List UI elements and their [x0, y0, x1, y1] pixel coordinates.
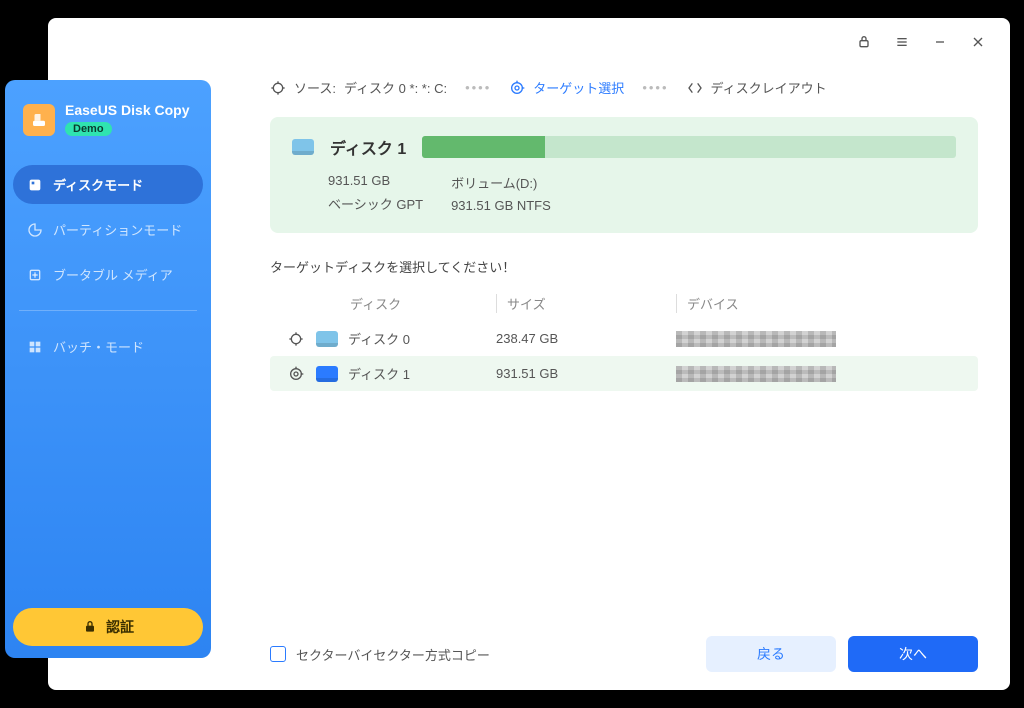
- selected-disk-volume-detail: 931.51 GB NTFS: [451, 198, 551, 213]
- disk-icon: [292, 139, 314, 155]
- disk-usage-bar: [422, 136, 956, 158]
- step-dots-2: ••••: [642, 80, 668, 95]
- selected-disk-size: 931.51 GB: [328, 173, 423, 188]
- menu-icon[interactable]: [884, 24, 920, 60]
- th-device: デバイス: [676, 294, 972, 313]
- step-source-prefix: ソース:: [294, 78, 336, 97]
- sidebar-item-partition-mode[interactable]: パーティションモード: [13, 210, 203, 249]
- step-layout-label: ディスクレイアウト: [711, 78, 827, 97]
- disk-table: ディスク サイズ デバイス ディスク 0 238.47 GB ディスク 1 93…: [270, 286, 978, 391]
- disk-icon: [316, 331, 338, 347]
- brand: EaseUS Disk Copy Demo: [13, 94, 203, 137]
- disk-icon: [316, 366, 338, 382]
- row-device-obscured: [676, 366, 836, 382]
- step-target[interactable]: ターゲット選択: [509, 78, 624, 97]
- row-disk-size: 931.51 GB: [496, 366, 676, 381]
- step-dots: ••••: [465, 80, 491, 95]
- disk-mode-icon: [27, 177, 43, 193]
- sidebar-item-batch-mode[interactable]: バッチ・モード: [13, 327, 203, 366]
- row-device-obscured: [676, 331, 836, 347]
- auth-button[interactable]: 認証: [13, 608, 203, 646]
- titlebar: [48, 18, 1010, 66]
- batch-icon: [27, 339, 43, 355]
- sidebar-item-label: パーティションモード: [53, 220, 182, 239]
- selected-disk-card: ディスク 1 931.51 GB ベーシック GPT ボリューム(D:) 931…: [270, 117, 978, 233]
- sidebar-item-label: ディスクモード: [53, 175, 143, 194]
- layout-icon: [687, 80, 703, 96]
- selected-disk-type: ベーシック GPT: [328, 194, 423, 213]
- target-prompt: ターゲットディスクを選択してください！: [270, 257, 978, 276]
- app-icon: [23, 104, 55, 136]
- nav-separator: [19, 310, 197, 311]
- minimize-button[interactable]: [922, 24, 958, 60]
- disk-usage-fill: [422, 136, 545, 158]
- row-disk-name: ディスク 0: [348, 329, 410, 348]
- checkbox-icon: [270, 646, 286, 662]
- th-disk: ディスク: [316, 294, 496, 313]
- sector-copy-checkbox[interactable]: セクターバイセクター方式コピー: [270, 645, 490, 664]
- back-button[interactable]: 戻る: [706, 636, 836, 672]
- target-marker-icon: [276, 366, 316, 382]
- crosshair-icon: [270, 80, 286, 96]
- nav: ディスクモード パーティションモード ブータブル メディア バッチ・モード: [13, 165, 203, 366]
- lock-icon[interactable]: [846, 24, 882, 60]
- sidebar-item-label: バッチ・モード: [53, 337, 144, 356]
- step-source-value: ディスク 0 *: *: C:: [344, 78, 447, 97]
- th-size: サイズ: [496, 294, 676, 313]
- sidebar-item-disk-mode[interactable]: ディスクモード: [13, 165, 203, 204]
- sidebar-item-label: ブータブル メディア: [53, 265, 173, 284]
- table-row[interactable]: ディスク 0 238.47 GB: [270, 321, 978, 356]
- row-disk-size: 238.47 GB: [496, 331, 676, 346]
- auth-label: 認証: [106, 617, 134, 637]
- target-icon: [509, 80, 525, 96]
- partition-icon: [27, 222, 43, 238]
- step-target-label: ターゲット選択: [533, 78, 624, 97]
- selected-disk-name: ディスク 1: [330, 135, 406, 159]
- sidebar-item-bootable-media[interactable]: ブータブル メディア: [13, 255, 203, 294]
- step-layout[interactable]: ディスクレイアウト: [687, 78, 827, 97]
- checkbox-label: セクターバイセクター方式コピー: [296, 645, 490, 664]
- table-row[interactable]: ディスク 1 931.51 GB: [270, 356, 978, 391]
- next-button[interactable]: 次へ: [848, 636, 978, 672]
- table-header: ディスク サイズ デバイス: [270, 286, 978, 321]
- step-source[interactable]: ソース: ディスク 0 *: *: C:: [270, 78, 447, 97]
- selected-disk-volume-label: ボリューム(D:): [451, 173, 551, 192]
- row-disk-name: ディスク 1: [348, 364, 410, 383]
- bootable-icon: [27, 267, 43, 283]
- app-title: EaseUS Disk Copy: [65, 102, 190, 118]
- lock-icon: [82, 619, 98, 635]
- sidebar: EaseUS Disk Copy Demo ディスクモード パーティションモード…: [5, 80, 211, 658]
- source-marker-icon: [276, 331, 316, 347]
- step-bar: ソース: ディスク 0 *: *: C: •••• ターゲット選択 •••• デ…: [270, 78, 978, 97]
- close-button[interactable]: [960, 24, 996, 60]
- demo-badge: Demo: [65, 122, 112, 136]
- footer: セクターバイセクター方式コピー 戻る 次へ: [270, 618, 978, 672]
- main-content: ソース: ディスク 0 *: *: C: •••• ターゲット選択 •••• デ…: [238, 66, 1010, 690]
